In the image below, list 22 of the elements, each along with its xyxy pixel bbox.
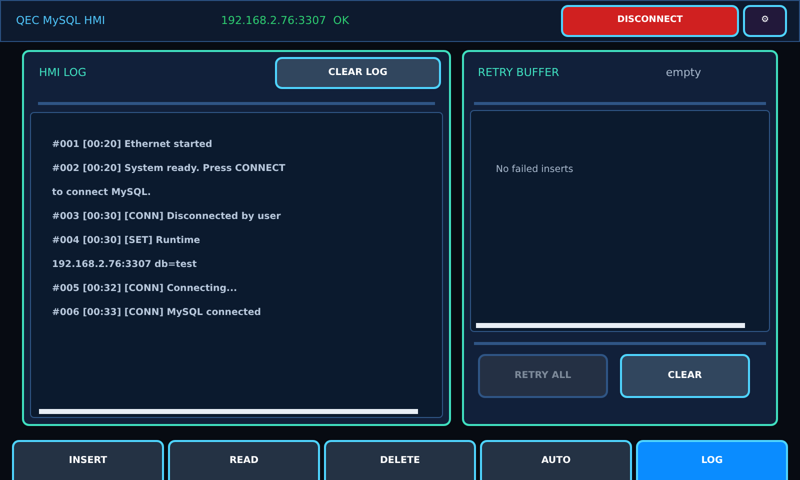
log-entry: #002 [00:20] System ready. Press CONNECT to connect MySQL. <box>52 162 286 200</box>
log-entry: #006 [00:33] [CONN] MySQL connected <box>52 306 262 320</box>
scrollbar[interactable] <box>39 409 418 414</box>
clear-log-button[interactable]: CLEAR LOG <box>274 57 441 89</box>
log-entry: #005 [00:32] [CONN] Connecting... <box>52 282 238 296</box>
nav-tab[interactable]: READ <box>168 440 320 480</box>
scrollbar[interactable] <box>476 323 745 328</box>
retry-action-button[interactable]: CLEAR <box>620 354 750 398</box>
log-entry: #004 [00:30] [SET] Runtime 192.168.2.76:3307 db=test <box>52 234 202 272</box>
empty-message: No failed inserts <box>496 164 574 175</box>
settings-button[interactable]: ⚙ <box>743 5 787 37</box>
nav-tab[interactable]: AUTO <box>480 440 632 480</box>
panel-title: RETRY BUFFER <box>478 65 560 81</box>
app-title: QEC MySQL HMI <box>16 12 106 29</box>
nav-tab[interactable]: INSERT <box>12 440 164 480</box>
disconnect-button[interactable]: DISCONNECT <box>561 5 739 37</box>
connection-status: 192.168.2.76:3307 OK <box>221 12 350 29</box>
log-entry: #003 [00:30] [CONN] Disconnected by user <box>52 210 282 224</box>
nav-tab[interactable]: DELETE <box>324 440 476 480</box>
log-entry: #001 [00:20] Ethernet started <box>52 138 214 152</box>
buffer-status: empty <box>666 65 702 81</box>
panel-title: HMI LOG <box>39 65 88 81</box>
